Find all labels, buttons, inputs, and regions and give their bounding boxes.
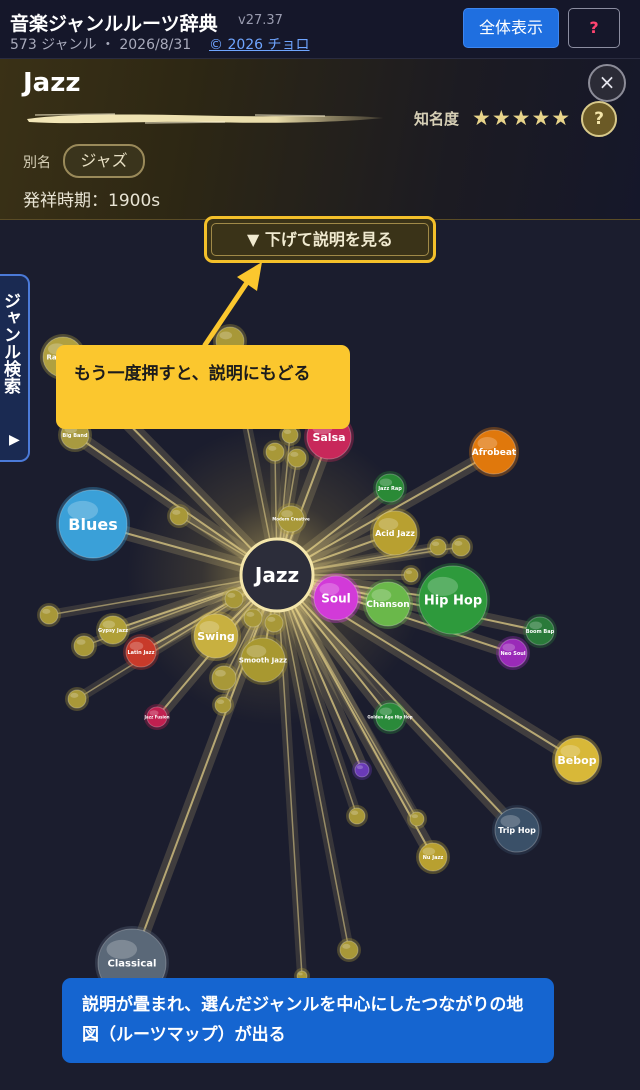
genre-node[interactable]: Bebop — [552, 735, 602, 785]
expand-description-label: ▼ 下げて説明を見る — [211, 223, 429, 256]
app-header: 音楽ジャンルルーツ辞典 v27.37 573 ジャンル ・ 2026/8/31 … — [0, 0, 640, 59]
genre-node[interactable]: Boom Bap — [523, 614, 557, 648]
genre-node-label: Bebop — [557, 754, 596, 767]
genre-node-label: Modern Creative — [272, 516, 310, 521]
genre-node-label: Neo Soul — [500, 651, 525, 657]
genre-node-minor[interactable] — [71, 633, 97, 659]
origin-period: 発祥時期：1900s — [23, 191, 161, 211]
genre-node[interactable]: Trip Hop — [492, 805, 542, 855]
genre-node-label: Trip Hop — [498, 826, 536, 835]
callout-collapse-hint: もう一度押すと、説明にもどる — [56, 345, 350, 429]
fame-stars: ★★★★★ — [472, 106, 572, 130]
genre-node[interactable]: Latin Jazz — [123, 634, 159, 670]
alias-label: 別名 — [23, 155, 51, 171]
genre-node[interactable]: Swing — [191, 611, 241, 661]
genre-node-minor[interactable] — [285, 446, 309, 470]
copyright-link[interactable]: © 2026 チョロ — [209, 34, 310, 54]
expand-description-button[interactable]: ▼ 下げて説明を見る — [204, 216, 436, 263]
genre-node-label: Jazz Rap — [377, 486, 402, 492]
genre-count-date: 573 ジャンル ・ 2026/8/31 — [10, 37, 192, 53]
genre-node[interactable]: Jazz Fusion — [144, 704, 170, 730]
genre-info-panel: Jazz × 知名度 ★★★★★ ? 別名 ジャズ 発祥時期：1900s — [0, 59, 640, 220]
genre-node-minor[interactable] — [337, 938, 361, 962]
genre-node[interactable]: Neo Soul — [496, 636, 530, 670]
show-all-button[interactable]: 全体表示 — [463, 8, 559, 48]
genre-node[interactable]: Smooth Jazz — [238, 635, 288, 685]
genre-search-tab[interactable]: ジャンル検索 ▶ — [0, 274, 30, 462]
genre-node-minor[interactable] — [262, 611, 286, 635]
genre-node-minor[interactable] — [241, 606, 265, 630]
genre-node-minor[interactable] — [65, 687, 89, 711]
genre-node-minor[interactable] — [346, 805, 368, 827]
fame-label: 知名度 — [414, 110, 460, 128]
genre-node-label: Nu Jazz — [423, 855, 444, 861]
genre-node-minor[interactable] — [449, 535, 473, 559]
genre-node[interactable]: Gypsy Jazz — [96, 613, 130, 647]
genre-node[interactable]: Blues — [56, 487, 130, 561]
genre-node-label: Classical — [108, 959, 157, 970]
app-title: 音楽ジャンルルーツ辞典 — [10, 13, 218, 35]
genre-node[interactable]: Chanson — [363, 579, 413, 629]
center-genre-label: Jazz — [253, 563, 299, 587]
genre-node-minor[interactable] — [407, 809, 427, 829]
brush-stroke-decoration — [27, 113, 383, 124]
genre-node-label: Afrobeat — [472, 448, 517, 458]
genre-node-minor[interactable] — [222, 587, 246, 611]
chevron-right-icon: ▶ — [9, 432, 20, 448]
genre-node[interactable] — [352, 760, 372, 780]
genre-node-minor[interactable] — [263, 440, 287, 464]
alias-chip: ジャズ — [63, 144, 145, 178]
help-button[interactable]: ? — [568, 8, 620, 48]
genre-search-label: ジャンル検索 — [0, 292, 20, 394]
genre-node-minor[interactable] — [212, 694, 234, 716]
genre-node-label: Latin Jazz — [127, 650, 154, 656]
app-version: v27.37 — [238, 13, 283, 28]
genre-node-label: Golden Age Hip Hop — [367, 714, 412, 719]
genre-node-label: Acid Jazz — [375, 529, 415, 538]
genre-node[interactable]: Hip Hop — [416, 563, 490, 637]
genre-node-label: Hip Hop — [424, 594, 482, 609]
genre-node-label: Soul — [321, 591, 351, 605]
genre-node-minor[interactable] — [209, 663, 239, 693]
genre-node[interactable]: Acid Jazz — [370, 508, 420, 558]
genre-node-label: Swing — [197, 630, 235, 643]
genre-node[interactable]: Soul — [311, 573, 361, 623]
genre-node[interactable]: Jazz Rap — [373, 471, 407, 505]
genre-node-label: Blues — [68, 515, 117, 534]
callout-map-explanation: 説明が畳まれ、選んだジャンルを中心にしたつながりの地図（ルーツマップ）が出る — [62, 978, 554, 1063]
genre-node-label: Salsa — [312, 431, 345, 444]
genre-node-minor[interactable] — [167, 504, 191, 528]
genre-node[interactable]: Nu Jazz — [416, 840, 450, 874]
genre-node-minor[interactable] — [401, 565, 421, 585]
genre-node-minor[interactable] — [427, 536, 449, 558]
close-icon[interactable]: × — [588, 64, 626, 102]
fame-help-button[interactable]: ? — [581, 101, 617, 137]
genre-node-label: Gypsy Jazz — [98, 628, 128, 634]
genre-node-label: Big Band — [62, 433, 88, 439]
genre-node-label: Jazz Fusion — [144, 714, 170, 719]
center-genre-node[interactable]: Jazz — [239, 537, 315, 613]
genre-node-label: Chanson — [366, 600, 409, 610]
genre-title: Jazz — [23, 68, 81, 98]
genre-node-label: Smooth Jazz — [239, 657, 287, 665]
genre-node-label: Boom Bap — [526, 629, 555, 635]
genre-node[interactable]: Afrobeat — [469, 427, 519, 477]
genre-node-minor[interactable] — [37, 603, 61, 627]
